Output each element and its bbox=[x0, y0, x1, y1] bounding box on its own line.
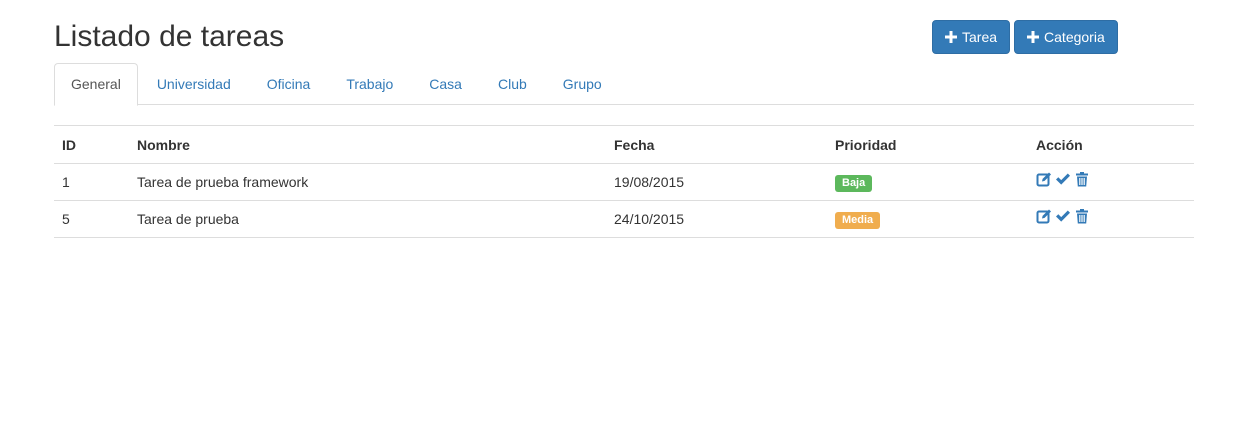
priority-badge: Baja bbox=[835, 174, 873, 192]
add-category-button[interactable]: Categoria bbox=[1014, 20, 1118, 54]
cell-id: 5 bbox=[62, 211, 70, 227]
cell-nombre: Tarea de prueba bbox=[137, 211, 239, 227]
header-prioridad: Prioridad bbox=[835, 136, 897, 153]
cell-fecha: 19/08/2015 bbox=[614, 174, 685, 190]
cell-nombre: Tarea de prueba framework bbox=[137, 174, 309, 190]
cell-id: 1 bbox=[62, 174, 70, 190]
add-task-button[interactable]: Tarea bbox=[932, 20, 1011, 54]
priority-badge: Media bbox=[835, 211, 881, 229]
check-icon[interactable] bbox=[1055, 208, 1071, 224]
tab-general[interactable]: General bbox=[54, 63, 138, 106]
toolbar: Tarea Categoria bbox=[932, 20, 1118, 54]
cell-prioridad: Media bbox=[827, 201, 1028, 238]
add-task-label: Tarea bbox=[962, 29, 998, 45]
page-title: Listado de tareas bbox=[54, 20, 285, 53]
row-actions bbox=[1036, 208, 1090, 224]
trash-icon[interactable] bbox=[1074, 171, 1090, 187]
tab-club[interactable]: Club bbox=[481, 63, 544, 105]
tab-trabajo[interactable]: Trabajo bbox=[329, 63, 410, 105]
table-header-row: ID Nombre Fecha Prioridad Acción bbox=[54, 125, 1194, 164]
plus-icon bbox=[945, 31, 957, 43]
cell-prioridad: Baja bbox=[827, 164, 1028, 201]
header-fecha: Fecha bbox=[614, 136, 655, 153]
check-icon[interactable] bbox=[1055, 171, 1071, 187]
tab-oficina[interactable]: Oficina bbox=[250, 63, 328, 105]
cell-accion bbox=[1028, 201, 1194, 238]
plus-icon bbox=[1027, 31, 1040, 43]
tab-casa[interactable]: Casa bbox=[412, 63, 479, 105]
page: Listado de tareas Tarea Categoria Genera… bbox=[0, 0, 1241, 434]
edit-icon[interactable] bbox=[1036, 171, 1052, 187]
tab-grupo[interactable]: Grupo bbox=[546, 63, 619, 105]
tasks-table: ID Nombre Fecha Prioridad Acción 1 Tarea… bbox=[54, 125, 1194, 238]
add-category-label: Categoria bbox=[1044, 29, 1105, 45]
edit-icon[interactable] bbox=[1036, 208, 1052, 224]
cell-accion bbox=[1028, 164, 1194, 201]
header-nombre: Nombre bbox=[137, 136, 190, 153]
header-accion: Acción bbox=[1036, 136, 1083, 153]
cell-fecha: 24/10/2015 bbox=[614, 211, 685, 227]
tab-universidad[interactable]: Universidad bbox=[140, 63, 248, 105]
trash-icon[interactable] bbox=[1074, 208, 1090, 224]
row-actions bbox=[1036, 171, 1090, 187]
header-id: ID bbox=[62, 136, 76, 153]
category-tabs: General Universidad Oficina Trabajo Casa… bbox=[54, 63, 1194, 106]
table-row: 5 Tarea de prueba 24/10/2015 Media bbox=[54, 201, 1194, 238]
table-row: 1 Tarea de prueba framework 19/08/2015 B… bbox=[54, 164, 1194, 201]
